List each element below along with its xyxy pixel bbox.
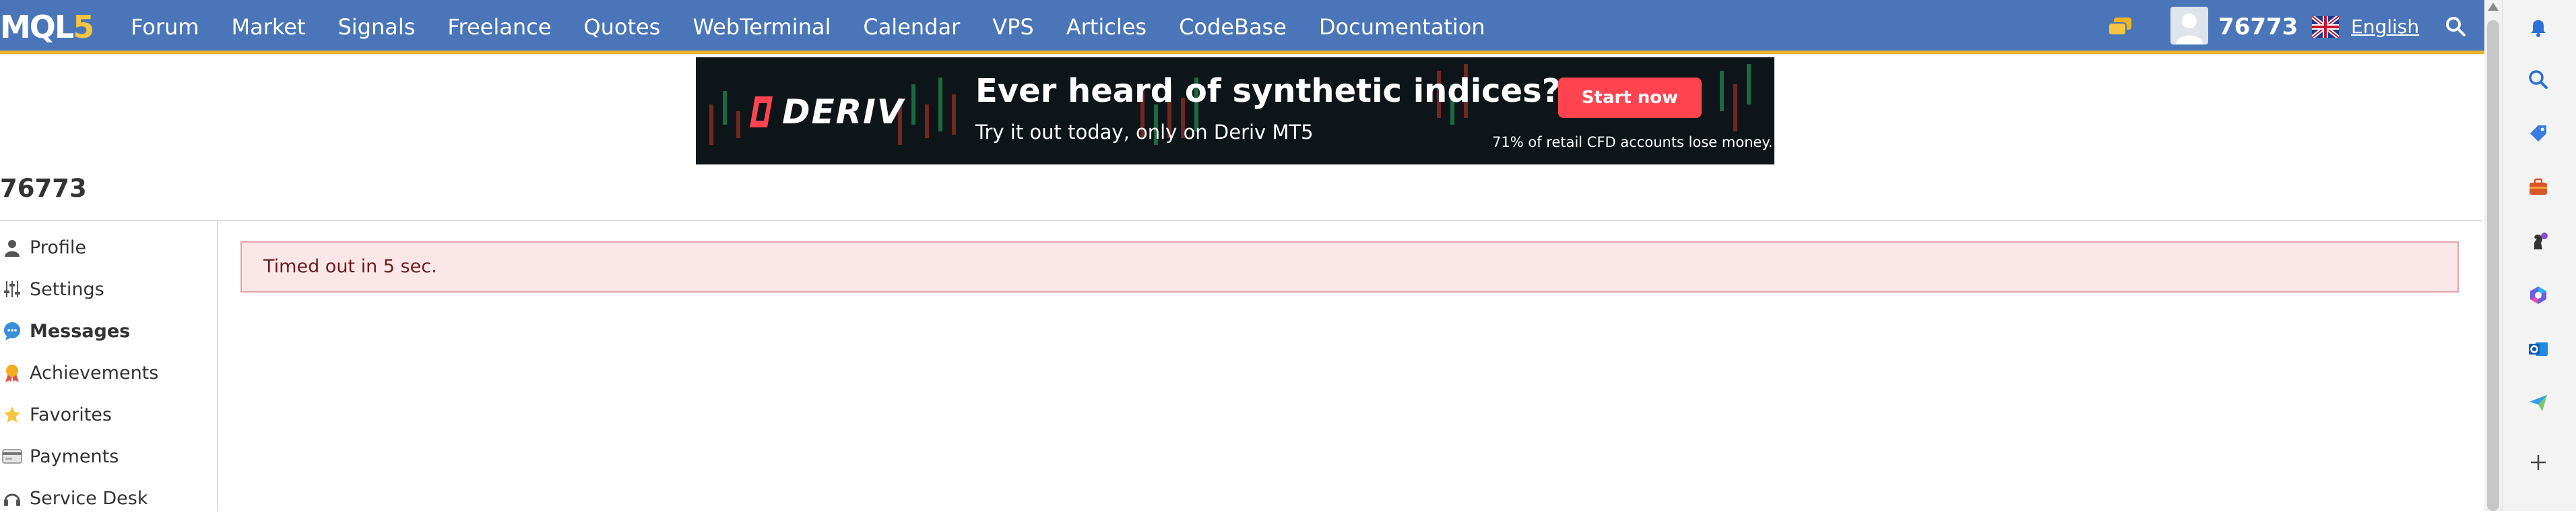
nav-link-documentation[interactable]: Documentation	[1319, 14, 1485, 40]
medal-icon	[1, 362, 23, 384]
outlook-icon[interactable]	[2525, 336, 2552, 363]
language-selector[interactable]: English	[2351, 0, 2419, 54]
card-icon	[1, 446, 23, 467]
main-nav-links: Forum Market Signals Freelance Quotes We…	[131, 0, 1518, 54]
sidebar-item-favorites[interactable]: Favorites	[0, 394, 216, 435]
nav-link-articles[interactable]: Articles	[1066, 14, 1147, 40]
nav-link-vps[interactable]: VPS	[992, 14, 1034, 40]
search-icon[interactable]	[2444, 15, 2467, 38]
sidebar-item-label: Favorites	[30, 404, 112, 425]
start-now-button[interactable]: Start now	[1558, 78, 1702, 118]
top-navigation-bar: MQL5 Forum Market Signals Freelance Quot…	[0, 0, 2484, 54]
page-title: 76773	[0, 174, 87, 203]
mql5-logo[interactable]: MQL5	[0, 9, 94, 45]
nav-link-calendar[interactable]: Calendar	[863, 14, 960, 40]
bell-icon[interactable]	[2525, 13, 2552, 40]
username[interactable]: 76773	[2218, 0, 2298, 54]
sidebar-item-label: Service Desk	[30, 487, 148, 509]
chat-bubble-icon	[1, 320, 23, 342]
search-icon[interactable]	[2525, 66, 2552, 93]
copilot-icon[interactable]	[2525, 282, 2552, 309]
logo-text: MQL	[0, 9, 74, 45]
scroll-up-arrow-icon[interactable]	[2488, 3, 2499, 11]
deriv-logo-icon	[750, 96, 777, 130]
sidebar-item-settings[interactable]: Settings	[0, 268, 216, 310]
sidebar-item-service-desk[interactable]: Service Desk	[0, 477, 216, 519]
deriv-brand: DERIV	[782, 92, 905, 131]
timeout-alert: Timed out in 5 sec.	[240, 241, 2459, 293]
sidebar-item-messages[interactable]: Messages	[0, 310, 216, 352]
nav-link-codebase[interactable]: CodeBase	[1179, 14, 1287, 40]
sidebar-item-label: Messages	[30, 320, 131, 342]
sidebar-divider	[217, 221, 218, 511]
chat-icon[interactable]	[2107, 16, 2134, 38]
scrollbar-thumb[interactable]	[2487, 20, 2499, 511]
logo-number: 5	[73, 9, 94, 45]
avatar[interactable]	[2170, 7, 2208, 44]
sidebar-item-label: Achievements	[30, 362, 159, 384]
nav-link-signals[interactable]: Signals	[337, 14, 415, 40]
deriv-ad-banner[interactable]: DERIV Ever heard of synthetic indices? T…	[696, 57, 1774, 164]
uk-flag-icon	[2311, 14, 2340, 40]
nav-link-forum[interactable]: Forum	[131, 14, 199, 40]
banner-headline: Ever heard of synthetic indices?	[975, 72, 1561, 110]
headset-icon	[1, 487, 23, 509]
sidebar-item-label: Settings	[30, 278, 104, 300]
header-divider	[0, 220, 2482, 221]
sidebar-item-achievements[interactable]: Achievements	[0, 352, 216, 394]
risk-disclaimer: 71% of retail CFD accounts lose money.	[1492, 134, 1773, 150]
sidebar-item-profile[interactable]: Profile	[0, 226, 216, 268]
banner-subline: Try it out today, only on Deriv MT5	[975, 121, 1314, 144]
sidebar-item-label: Payments	[30, 446, 119, 467]
chess-icon[interactable]	[2525, 228, 2552, 255]
plus-icon[interactable]	[2525, 449, 2552, 476]
nav-link-webterminal[interactable]: WebTerminal	[693, 14, 831, 40]
nav-link-freelance[interactable]: Freelance	[447, 14, 551, 40]
profile-sidebar-menu: Profile Settings Messages Achievements F…	[0, 226, 216, 519]
star-icon	[1, 404, 23, 425]
send-icon[interactable]	[2525, 390, 2552, 417]
sidebar-item-label: Profile	[30, 237, 86, 258]
user-icon	[1, 237, 23, 258]
nav-link-market[interactable]: Market	[231, 14, 305, 40]
nav-link-quotes[interactable]: Quotes	[583, 14, 660, 40]
sliders-icon	[1, 278, 23, 300]
sidebar-item-payments[interactable]: Payments	[0, 435, 216, 477]
briefcase-icon[interactable]	[2525, 174, 2552, 201]
tag-icon[interactable]	[2525, 120, 2552, 147]
